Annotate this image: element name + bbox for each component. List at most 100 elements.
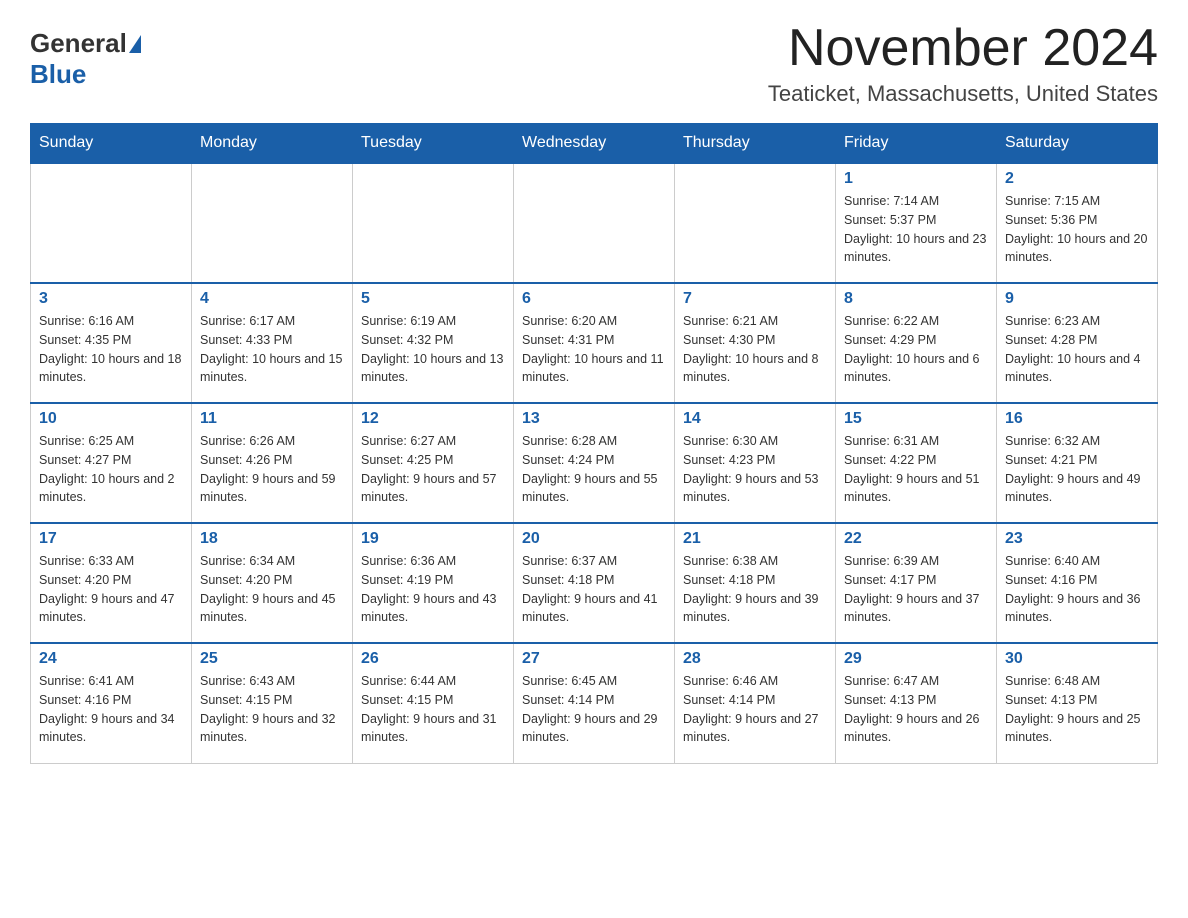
day-info: Sunrise: 6:31 AMSunset: 4:22 PMDaylight:… <box>844 432 988 507</box>
calendar-cell: 28 Sunrise: 6:46 AMSunset: 4:14 PMDayligh… <box>675 643 836 763</box>
weekday-header-friday: Friday <box>836 124 997 164</box>
day-number: 27 <box>522 650 666 668</box>
day-number: 11 <box>200 410 344 428</box>
logo-triangle-icon <box>129 35 141 53</box>
day-info: Sunrise: 6:27 AMSunset: 4:25 PMDaylight:… <box>361 432 505 507</box>
calendar-cell: 13 Sunrise: 6:28 AMSunset: 4:24 PMDayligh… <box>514 403 675 523</box>
week-row-5: 24 Sunrise: 6:41 AMSunset: 4:16 PMDayligh… <box>31 643 1158 763</box>
day-info: Sunrise: 6:26 AMSunset: 4:26 PMDaylight:… <box>200 432 344 507</box>
day-number: 10 <box>39 410 183 428</box>
day-number: 13 <box>522 410 666 428</box>
logo-blue-text: Blue <box>30 59 86 90</box>
day-info: Sunrise: 6:39 AMSunset: 4:17 PMDaylight:… <box>844 552 988 627</box>
calendar-cell: 30Sunrise: 6:48 AMSunset: 4:13 PMDayligh… <box>997 643 1158 763</box>
calendar-cell: 27 Sunrise: 6:45 AMSunset: 4:14 PMDayligh… <box>514 643 675 763</box>
calendar-cell <box>514 163 675 283</box>
day-info: Sunrise: 6:34 AMSunset: 4:20 PMDaylight:… <box>200 552 344 627</box>
day-info: Sunrise: 6:44 AMSunset: 4:15 PMDaylight:… <box>361 672 505 747</box>
day-info: Sunrise: 6:19 AMSunset: 4:32 PMDaylight:… <box>361 312 505 387</box>
calendar-cell: 10 Sunrise: 6:25 AMSunset: 4:27 PMDayligh… <box>31 403 192 523</box>
weekday-header-thursday: Thursday <box>675 124 836 164</box>
day-number: 19 <box>361 530 505 548</box>
day-info: Sunrise: 6:36 AMSunset: 4:19 PMDaylight:… <box>361 552 505 627</box>
logo-general-text: General <box>30 28 127 59</box>
calendar-cell <box>192 163 353 283</box>
day-info: Sunrise: 6:43 AMSunset: 4:15 PMDaylight:… <box>200 672 344 747</box>
calendar-cell: 20 Sunrise: 6:37 AMSunset: 4:18 PMDayligh… <box>514 523 675 643</box>
day-number: 21 <box>683 530 827 548</box>
day-number: 2 <box>1005 170 1149 188</box>
calendar-cell: 21 Sunrise: 6:38 AMSunset: 4:18 PMDayligh… <box>675 523 836 643</box>
week-row-4: 17 Sunrise: 6:33 AMSunset: 4:20 PMDayligh… <box>31 523 1158 643</box>
calendar-cell: 18 Sunrise: 6:34 AMSunset: 4:20 PMDayligh… <box>192 523 353 643</box>
day-info: Sunrise: 6:48 AMSunset: 4:13 PMDaylight:… <box>1005 672 1149 747</box>
calendar-cell <box>353 163 514 283</box>
calendar-cell: 1 Sunrise: 7:14 AMSunset: 5:37 PMDaylight… <box>836 163 997 283</box>
calendar-cell: 25 Sunrise: 6:43 AMSunset: 4:15 PMDayligh… <box>192 643 353 763</box>
day-info: Sunrise: 6:22 AMSunset: 4:29 PMDaylight:… <box>844 312 988 387</box>
day-number: 20 <box>522 530 666 548</box>
weekday-header-tuesday: Tuesday <box>353 124 514 164</box>
day-number: 15 <box>844 410 988 428</box>
calendar-cell: 11 Sunrise: 6:26 AMSunset: 4:26 PMDayligh… <box>192 403 353 523</box>
day-info: Sunrise: 6:40 AMSunset: 4:16 PMDaylight:… <box>1005 552 1149 627</box>
calendar-cell: 12 Sunrise: 6:27 AMSunset: 4:25 PMDayligh… <box>353 403 514 523</box>
weekday-header-monday: Monday <box>192 124 353 164</box>
day-info: Sunrise: 6:38 AMSunset: 4:18 PMDaylight:… <box>683 552 827 627</box>
day-number: 29 <box>844 650 988 668</box>
day-info: Sunrise: 6:46 AMSunset: 4:14 PMDaylight:… <box>683 672 827 747</box>
calendar-cell: 7 Sunrise: 6:21 AMSunset: 4:30 PMDaylight… <box>675 283 836 403</box>
weekday-header-sunday: Sunday <box>31 124 192 164</box>
day-number: 22 <box>844 530 988 548</box>
calendar-cell: 2 Sunrise: 7:15 AMSunset: 5:36 PMDaylight… <box>997 163 1158 283</box>
calendar-cell: 24 Sunrise: 6:41 AMSunset: 4:16 PMDayligh… <box>31 643 192 763</box>
day-number: 14 <box>683 410 827 428</box>
calendar-cell: 29 Sunrise: 6:47 AMSunset: 4:13 PMDayligh… <box>836 643 997 763</box>
day-info: Sunrise: 7:15 AMSunset: 5:36 PMDaylight:… <box>1005 192 1149 267</box>
day-info: Sunrise: 6:16 AMSunset: 4:35 PMDaylight:… <box>39 312 183 387</box>
day-number: 6 <box>522 290 666 308</box>
calendar-cell: 19 Sunrise: 6:36 AMSunset: 4:19 PMDayligh… <box>353 523 514 643</box>
location-subtitle: Teaticket, Massachusetts, United States <box>768 81 1158 107</box>
day-info: Sunrise: 6:32 AMSunset: 4:21 PMDaylight:… <box>1005 432 1149 507</box>
day-number: 25 <box>200 650 344 668</box>
calendar-cell <box>675 163 836 283</box>
day-info: Sunrise: 6:17 AMSunset: 4:33 PMDaylight:… <box>200 312 344 387</box>
day-info: Sunrise: 6:28 AMSunset: 4:24 PMDaylight:… <box>522 432 666 507</box>
day-number: 17 <box>39 530 183 548</box>
day-info: Sunrise: 6:45 AMSunset: 4:14 PMDaylight:… <box>522 672 666 747</box>
day-info: Sunrise: 6:41 AMSunset: 4:16 PMDaylight:… <box>39 672 183 747</box>
day-number: 26 <box>361 650 505 668</box>
day-info: Sunrise: 7:14 AMSunset: 5:37 PMDaylight:… <box>844 192 988 267</box>
calendar-cell <box>31 163 192 283</box>
day-number: 24 <box>39 650 183 668</box>
day-number: 18 <box>200 530 344 548</box>
calendar-table: SundayMondayTuesdayWednesdayThursdayFrid… <box>30 123 1158 764</box>
day-number: 5 <box>361 290 505 308</box>
week-row-1: 1 Sunrise: 7:14 AMSunset: 5:37 PMDaylight… <box>31 163 1158 283</box>
day-number: 4 <box>200 290 344 308</box>
day-info: Sunrise: 6:25 AMSunset: 4:27 PMDaylight:… <box>39 432 183 507</box>
calendar-cell: 22 Sunrise: 6:39 AMSunset: 4:17 PMDayligh… <box>836 523 997 643</box>
day-info: Sunrise: 6:37 AMSunset: 4:18 PMDaylight:… <box>522 552 666 627</box>
calendar-cell: 4 Sunrise: 6:17 AMSunset: 4:33 PMDaylight… <box>192 283 353 403</box>
day-number: 28 <box>683 650 827 668</box>
header: General Blue November 2024 Teaticket, Ma… <box>30 20 1158 107</box>
day-info: Sunrise: 6:30 AMSunset: 4:23 PMDaylight:… <box>683 432 827 507</box>
calendar-cell: 15 Sunrise: 6:31 AMSunset: 4:22 PMDayligh… <box>836 403 997 523</box>
weekday-header-wednesday: Wednesday <box>514 124 675 164</box>
day-info: Sunrise: 6:20 AMSunset: 4:31 PMDaylight:… <box>522 312 666 387</box>
day-info: Sunrise: 6:33 AMSunset: 4:20 PMDaylight:… <box>39 552 183 627</box>
calendar-cell: 8 Sunrise: 6:22 AMSunset: 4:29 PMDaylight… <box>836 283 997 403</box>
calendar-cell: 26 Sunrise: 6:44 AMSunset: 4:15 PMDayligh… <box>353 643 514 763</box>
day-number: 1 <box>844 170 988 188</box>
calendar-cell: 16Sunrise: 6:32 AMSunset: 4:21 PMDayligh… <box>997 403 1158 523</box>
day-number: 8 <box>844 290 988 308</box>
weekday-header-row: SundayMondayTuesdayWednesdayThursdayFrid… <box>31 124 1158 164</box>
calendar-cell: 14 Sunrise: 6:30 AMSunset: 4:23 PMDayligh… <box>675 403 836 523</box>
day-number: 12 <box>361 410 505 428</box>
calendar-cell: 5 Sunrise: 6:19 AMSunset: 4:32 PMDaylight… <box>353 283 514 403</box>
day-info: Sunrise: 6:21 AMSunset: 4:30 PMDaylight:… <box>683 312 827 387</box>
day-info: Sunrise: 6:47 AMSunset: 4:13 PMDaylight:… <box>844 672 988 747</box>
day-number: 7 <box>683 290 827 308</box>
